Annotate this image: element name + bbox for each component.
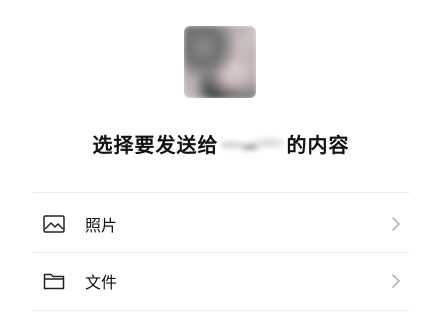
avatar-image [184, 26, 256, 98]
chevron-right-icon [391, 273, 401, 289]
option-files-label: 文件 [85, 273, 118, 292]
avatar [184, 26, 256, 98]
option-files[interactable]: 文件 [33, 252, 409, 310]
image-icon [43, 213, 65, 235]
title-suffix: 的内容 [286, 133, 350, 157]
divider-bottom [33, 310, 409, 311]
option-photos-label: 照片 [85, 216, 118, 235]
chevron-right-icon [391, 216, 401, 232]
option-photos[interactable]: 照片 [33, 195, 409, 253]
folder-icon [43, 270, 65, 292]
divider-top [33, 192, 409, 193]
send-content-picker: 选择要发送给 的内容 照片 文件 [0, 0, 442, 332]
page-title: 选择要发送给 的内容 [0, 132, 442, 158]
recipient-name-blurred [220, 133, 285, 156]
title-prefix: 选择要发送给 [92, 133, 219, 157]
